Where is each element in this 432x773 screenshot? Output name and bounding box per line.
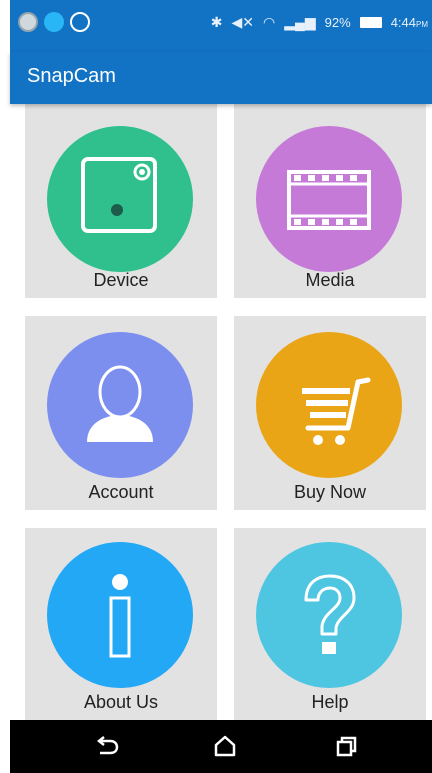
signal-icon: ▂▄▆ xyxy=(284,14,316,30)
navigation-bar xyxy=(10,720,432,773)
clock: 4:44PM xyxy=(390,15,428,30)
status-bar: ✱ ◀✕ ◠ ▂▄▆ 92% 4:44PM xyxy=(10,0,432,52)
battery-percent: 92% xyxy=(324,15,351,30)
film-strip-icon xyxy=(287,170,371,230)
about-us-label: About Us xyxy=(83,692,159,712)
home-button[interactable] xyxy=(205,728,245,766)
system-indicators: ✱ ◀✕ ◠ ▂▄▆ 92% 4:44PM xyxy=(211,14,428,31)
help-circle xyxy=(256,542,402,688)
menu-tile-buy-now[interactable]: Buy Now xyxy=(234,316,426,510)
menu-tile-account[interactable]: Account xyxy=(25,316,217,510)
question-mark-icon xyxy=(304,574,356,654)
bluetooth-icon: ✱ xyxy=(210,14,223,30)
recents-icon xyxy=(336,736,357,757)
battery-icon xyxy=(359,17,382,28)
media-circle xyxy=(256,126,402,272)
buy-now-label: Buy Now xyxy=(293,482,367,502)
media-label: Media xyxy=(305,270,355,290)
menu-tile-help[interactable]: Help xyxy=(234,528,426,720)
menu-tile-about-us[interactable]: About Us xyxy=(25,528,217,720)
browser-notification-icon xyxy=(18,12,38,32)
account-circle xyxy=(47,332,193,478)
app-bar: SnapCam xyxy=(10,52,432,104)
notification-icons xyxy=(18,12,90,32)
alarm-icon xyxy=(70,12,90,32)
device-circle xyxy=(47,126,193,272)
back-button[interactable] xyxy=(86,728,126,766)
user-silhouette-icon xyxy=(87,365,153,442)
app-title: SnapCam xyxy=(27,65,116,87)
menu-tile-device[interactable]: Device xyxy=(25,104,217,298)
info-icon xyxy=(109,574,131,658)
camera-device-icon xyxy=(81,157,157,233)
mute-icon: ◀✕ xyxy=(231,14,254,30)
wifi-icon: ◠ xyxy=(262,14,276,30)
shopping-cart-icon xyxy=(302,377,371,445)
help-label: Help xyxy=(311,692,349,712)
about-us-circle xyxy=(47,542,193,688)
recents-button[interactable] xyxy=(326,728,366,766)
home-icon xyxy=(214,735,236,757)
device-label: Device xyxy=(93,270,149,290)
chat-notification-icon xyxy=(44,12,64,32)
account-label: Account xyxy=(88,482,154,502)
menu-tile-media[interactable]: Media xyxy=(234,104,426,298)
back-icon xyxy=(96,736,119,755)
buy-now-circle xyxy=(256,332,402,478)
